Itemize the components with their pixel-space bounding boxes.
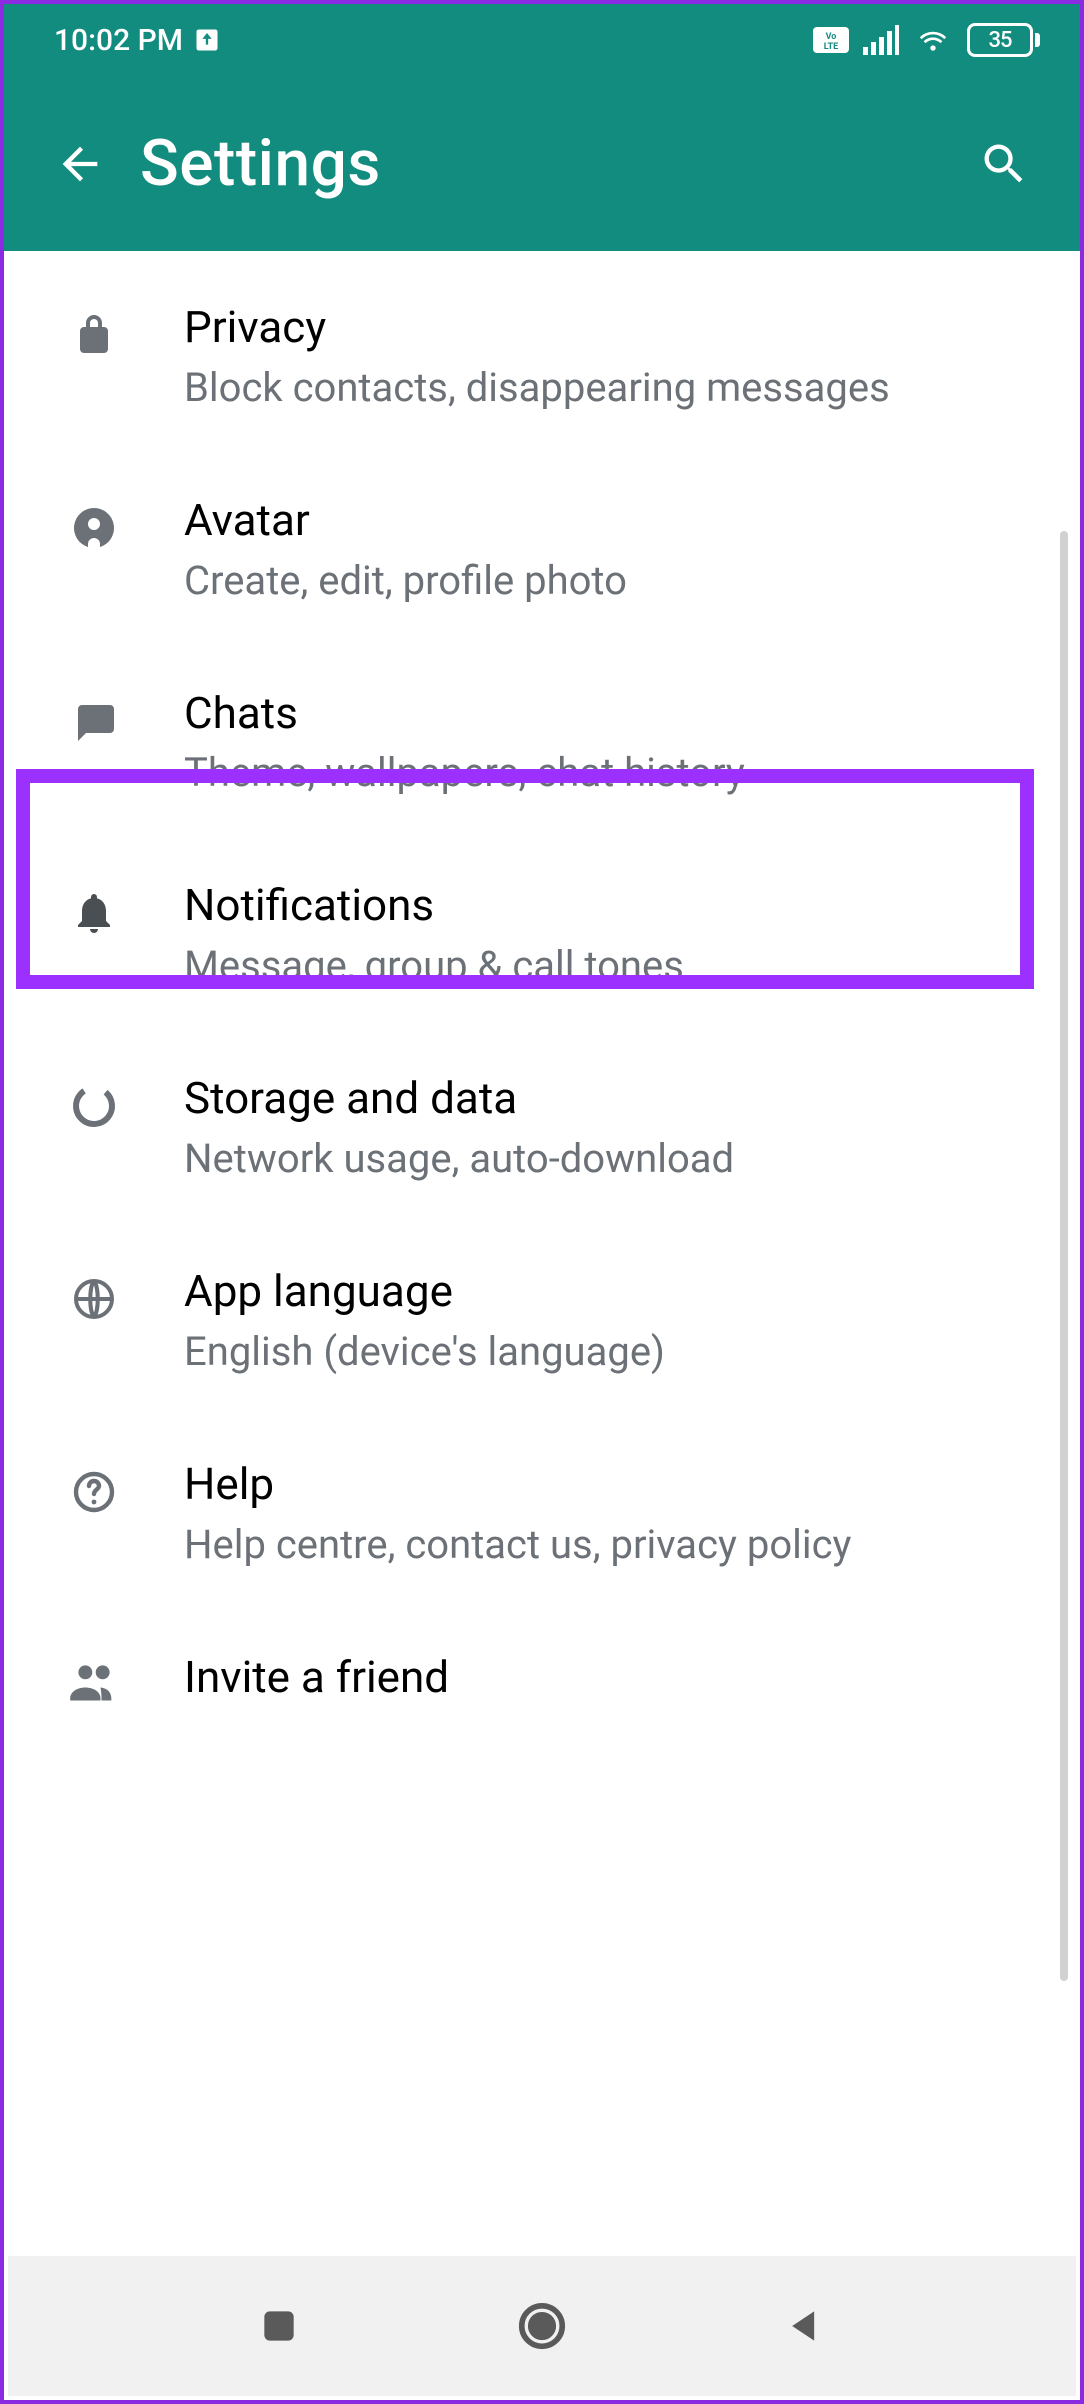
item-title: Notifications — [184, 879, 1030, 932]
item-subtitle: Create, edit, profile photo — [184, 555, 1030, 607]
search-icon — [978, 138, 1030, 190]
circle-icon — [515, 2299, 569, 2353]
settings-item-invite[interactable]: Invite a friend — [8, 1611, 1076, 1714]
item-title: Privacy — [184, 301, 1030, 354]
scroll-indicator — [1060, 531, 1068, 1981]
item-subtitle: Theme, wallpapers, chat history — [184, 747, 1030, 799]
item-title: Chats — [184, 687, 1030, 740]
search-button[interactable] — [968, 128, 1040, 200]
volte-icon: VoLTE — [813, 27, 849, 53]
people-icon — [68, 1661, 120, 1701]
item-title: Help — [184, 1458, 1030, 1511]
arrow-back-icon — [54, 138, 106, 190]
settings-item-language[interactable]: App language English (device's language) — [8, 1225, 1076, 1418]
settings-item-notifications[interactable]: Notifications Message, group & call tone… — [8, 839, 1076, 1032]
item-title: App language — [184, 1265, 1030, 1318]
nav-back-button[interactable] — [770, 2291, 840, 2361]
item-subtitle: English (device's language) — [184, 1326, 1030, 1378]
item-subtitle: Help centre, contact us, privacy policy — [184, 1519, 1030, 1571]
globe-icon — [70, 1275, 118, 1323]
page-title: Settings — [140, 126, 381, 201]
settings-item-chats[interactable]: Chats Theme, wallpapers, chat history — [8, 647, 1076, 840]
app-bar: Settings — [4, 76, 1080, 251]
square-icon — [257, 2304, 301, 2348]
triangle-back-icon — [783, 2304, 827, 2348]
status-time: 10:02 PM — [54, 23, 183, 58]
settings-item-avatar[interactable]: Avatar Create, edit, profile photo — [8, 454, 1076, 647]
item-subtitle: Network usage, auto-download — [184, 1133, 1030, 1185]
settings-list[interactable]: Privacy Block contacts, disappearing mes… — [8, 251, 1076, 1713]
data-usage-icon — [70, 1082, 118, 1130]
avatar-icon — [70, 504, 118, 552]
battery-indicator: 35 — [967, 23, 1040, 57]
system-nav-bar — [8, 2256, 1076, 2396]
svg-text:Vo: Vo — [826, 32, 837, 42]
lock-icon — [70, 311, 118, 359]
signal-icon — [863, 25, 899, 55]
help-icon — [70, 1468, 118, 1516]
wifi-icon — [913, 24, 953, 56]
chat-icon — [70, 697, 118, 745]
back-button[interactable] — [44, 128, 116, 200]
item-subtitle: Block contacts, disappearing messages — [184, 362, 1030, 414]
item-title: Storage and data — [184, 1072, 1030, 1125]
settings-item-storage[interactable]: Storage and data Network usage, auto-dow… — [8, 1032, 1076, 1225]
settings-item-privacy[interactable]: Privacy Block contacts, disappearing mes… — [8, 261, 1076, 454]
item-title: Avatar — [184, 494, 1030, 547]
bell-icon — [70, 889, 118, 937]
upload-indicator-icon — [193, 26, 221, 54]
item-title: Invite a friend — [184, 1651, 1030, 1704]
settings-list-container: Privacy Block contacts, disappearing mes… — [8, 251, 1076, 2252]
nav-recent-button[interactable] — [244, 2291, 314, 2361]
nav-home-button[interactable] — [507, 2291, 577, 2361]
item-subtitle: Message, group & call tones — [184, 940, 1030, 992]
settings-item-help[interactable]: Help Help centre, contact us, privacy po… — [8, 1418, 1076, 1611]
svg-text:LTE: LTE — [824, 42, 839, 52]
status-bar: 10:02 PM VoLTE 35 — [4, 4, 1080, 76]
